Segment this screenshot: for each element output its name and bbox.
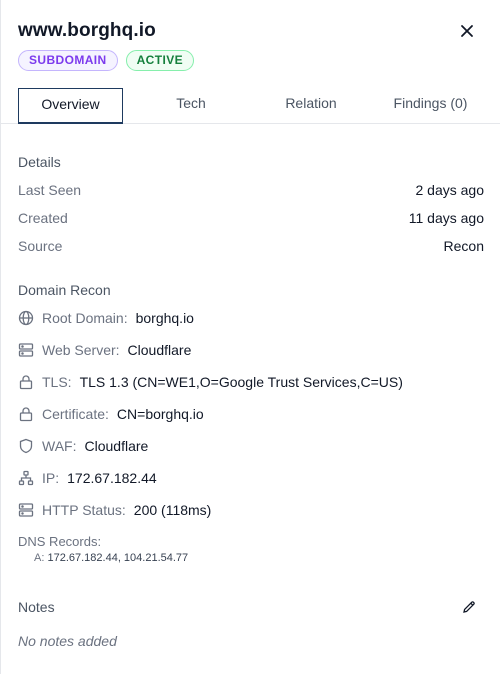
dns-records-label: DNS Records: [18, 534, 102, 549]
recon-label: WAF: [42, 438, 77, 454]
recon-value: CN=borghq.io [116, 406, 204, 422]
shield-icon [19, 438, 33, 454]
recon-value: borghq.io [135, 310, 194, 326]
detail-value: Recon [443, 238, 484, 254]
recon-tls: TLS: TLS 1.3 (CN=WE1,O=Google Trust Serv… [18, 374, 484, 390]
recon-label: Web Server: [42, 342, 120, 358]
close-icon[interactable] [460, 24, 474, 38]
server-icon [18, 343, 34, 357]
lock-icon [19, 375, 33, 390]
globe-icon [18, 310, 34, 326]
detail-label: Source [18, 238, 63, 254]
recon-web-server: Web Server: Cloudflare [18, 342, 484, 358]
notes-heading: Notes [18, 599, 55, 615]
detail-value: 2 days ago [415, 182, 485, 198]
recon-label: HTTP Status: [42, 502, 126, 518]
detail-value: 11 days ago [408, 210, 484, 226]
network-icon [18, 470, 34, 486]
asset-detail-panel: www.borghq.io SUBDOMAIN ACTIVE Overview … [0, 0, 500, 674]
lock-icon [19, 407, 33, 422]
dns-record-a: A: 172.67.182.44, 104.21.54.77 [34, 552, 188, 564]
recon-value: 172.67.182.44 [67, 470, 157, 486]
asset-title: www.borghq.io [18, 20, 156, 41]
edit-pencil-icon[interactable] [462, 600, 476, 614]
recon-label: TLS: [42, 374, 72, 390]
recon-label: Root Domain: [42, 310, 128, 326]
recon-http-status: HTTP Status: 200 (118ms) [18, 502, 484, 518]
recon-label: Certificate: [42, 406, 109, 422]
notes-empty-text: No notes added [18, 633, 117, 649]
type-badge: SUBDOMAIN [18, 50, 118, 71]
recon-value: Cloudflare [84, 438, 149, 454]
badge-row: SUBDOMAIN ACTIVE [18, 50, 480, 71]
detail-row-source: Source Recon [18, 238, 484, 254]
tab-findings[interactable]: Findings (0) [373, 88, 488, 124]
status-badge: ACTIVE [125, 50, 195, 71]
detail-label: Last Seen [18, 182, 82, 198]
domain-recon-heading: Domain Recon [18, 282, 111, 298]
recon-ip: IP: 172.67.182.44 [18, 470, 484, 486]
tab-relation[interactable]: Relation [261, 88, 361, 124]
detail-row-created: Created 11 days ago [18, 210, 484, 226]
detail-row-last-seen: Last Seen 2 days ago [18, 182, 484, 198]
recon-certificate: Certificate: CN=borghq.io [18, 406, 484, 422]
recon-value: TLS 1.3 (CN=WE1,O=Google Trust Services,… [79, 374, 403, 390]
tab-bar: Overview Tech Relation Findings (0) [1, 86, 500, 124]
recon-root-domain: Root Domain: borghq.io [18, 310, 484, 326]
details-heading: Details [18, 154, 61, 170]
dns-record-type: A: [34, 552, 45, 564]
recon-value: 200 (118ms) [133, 502, 212, 518]
tab-overview[interactable]: Overview [18, 88, 123, 124]
recon-label: IP: [42, 470, 60, 486]
recon-waf: WAF: Cloudflare [18, 438, 484, 454]
detail-label: Created [18, 210, 68, 226]
recon-value: Cloudflare [127, 342, 192, 358]
tab-tech[interactable]: Tech [141, 88, 241, 124]
panel-header: www.borghq.io SUBDOMAIN ACTIVE [18, 20, 480, 71]
server-icon [18, 503, 34, 517]
dns-record-value: 172.67.182.44, 104.21.54.77 [47, 552, 189, 564]
